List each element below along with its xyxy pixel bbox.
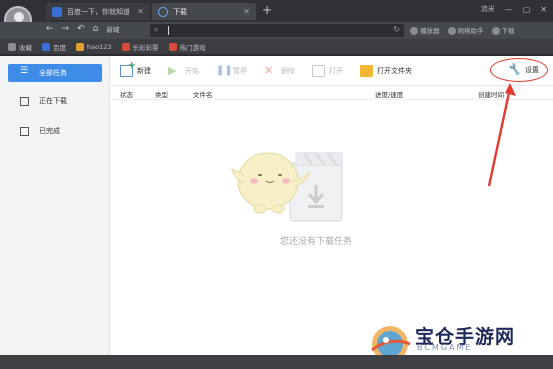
status-bar — [0, 355, 553, 369]
tab-close-icon[interactable]: ✕ — [243, 7, 250, 16]
download-label: 下载 — [501, 27, 515, 35]
bookmark-games[interactable]: 热门游戏 — [168, 42, 206, 52]
close-button[interactable]: ✕ — [540, 5, 547, 14]
network-label: 网络助手 — [457, 27, 484, 35]
column-status[interactable]: 状态 — [120, 89, 133, 99]
sidebar-item-downloading[interactable]: 正在下载 — [8, 92, 102, 110]
column-filename[interactable]: 文件名 — [193, 89, 213, 99]
column-type[interactable]: 类型 — [155, 89, 168, 99]
player-label: 播放器 — [420, 27, 440, 35]
sidebar: 全部任务 正在下载 已完成 — [0, 56, 110, 355]
search-icon: ⌕ — [154, 25, 159, 34]
games-icon — [168, 42, 177, 51]
player-tool[interactable]: 播放器 — [410, 25, 440, 35]
sidebar-item-completed[interactable]: 已完成 — [8, 122, 102, 140]
delete-icon: ✕ — [264, 63, 274, 77]
delete-label: 删除 — [281, 66, 295, 75]
bookmark-label: 百度 — [53, 43, 66, 52]
completed-icon — [20, 126, 29, 136]
bookmark-baidu[interactable]: 百度 — [42, 42, 66, 52]
home-label[interactable]: 新域 — [106, 24, 119, 34]
empty-message: 您还没有下载任务 — [280, 237, 353, 247]
bookmark-favorites[interactable]: 收藏 — [8, 42, 32, 52]
open-label: 打开 — [329, 66, 343, 75]
open-folder-label: 打开文件夹 — [377, 66, 412, 75]
annotation-circle — [490, 58, 548, 82]
sidebar-item-label: 已完成 — [39, 127, 60, 135]
bookmark-bar: 收藏 百度 hao123 乐彩彩票 热门游戏 — [0, 39, 553, 55]
maximize-button[interactable]: ▢ — [523, 5, 531, 14]
download-tool[interactable]: 下载 — [491, 25, 515, 35]
window-controls: 流米 — ▢ ✕ — [481, 4, 547, 14]
bookmark-hao123[interactable]: hao123 — [76, 42, 112, 51]
download-icon — [491, 27, 500, 35]
open-folder-button[interactable]: 打开文件夹 — [360, 64, 412, 77]
baidu-icon — [42, 42, 50, 51]
cloud-icon — [447, 27, 456, 35]
bookmark-label: 热门游戏 — [179, 43, 206, 52]
pause-button[interactable]: ❚❚ 暂停 — [216, 65, 247, 77]
text-caret — [168, 26, 169, 35]
bookmark-label: hao123 — [87, 42, 112, 51]
new-label: 新建 — [137, 66, 151, 75]
new-button[interactable]: 新建 — [120, 60, 151, 77]
bookmark-icon — [8, 42, 16, 51]
sidebar-item-label: 全部任务 — [39, 69, 67, 77]
minimize-button[interactable]: — — [505, 5, 513, 14]
user-name[interactable]: 流米 — [481, 4, 495, 14]
pause-label: 暂停 — [233, 66, 247, 75]
folder-icon — [360, 64, 373, 77]
tab-close-icon[interactable]: ✕ — [137, 7, 144, 16]
address-bar[interactable]: ⌕ ↻ — [150, 24, 404, 37]
forward-button[interactable]: → — [62, 24, 70, 34]
start-label: 开始 — [185, 66, 199, 75]
sidebar-item-label: 正在下载 — [39, 97, 67, 105]
hao123-icon — [76, 42, 84, 51]
undo-button[interactable]: ↶ — [77, 24, 85, 34]
new-task-icon — [120, 60, 136, 77]
bookmark-label: 乐彩彩票 — [132, 43, 159, 52]
baidu-favicon-icon — [52, 6, 62, 17]
player-icon — [410, 27, 418, 35]
tab-label: 下载 — [173, 7, 187, 16]
title-bar: 百度一下，你就知道 ✕ 下载 ✕ + 流米 — ▢ ✕ — [0, 0, 553, 22]
tab-label: 百度一下，你就知道 — [67, 7, 130, 16]
open-file-icon — [312, 64, 325, 77]
column-progress[interactable]: 进度/速度 — [375, 89, 403, 99]
back-button[interactable]: ← — [46, 24, 54, 34]
start-button[interactable]: ▶ 开始 — [168, 63, 199, 77]
new-tab-button[interactable]: + — [262, 3, 272, 17]
sidebar-item-all-tasks[interactable]: 全部任务 — [8, 64, 102, 82]
address-row: ← → ↶ ⌂ 新域 ⌕ ↻ 播放器 网络助手 下载 — [0, 22, 553, 39]
download-favicon-icon — [158, 6, 168, 17]
watermark-subtitle: BCMGAME — [417, 343, 473, 352]
tab-baidu[interactable]: 百度一下，你就知道 ✕ — [46, 3, 150, 20]
downloading-icon — [20, 96, 29, 106]
right-tools: 播放器 网络助手 下载 — [410, 25, 515, 35]
open-button[interactable]: 打开 — [312, 64, 343, 77]
empty-illustration — [231, 152, 343, 222]
home-button[interactable]: ⌂ — [93, 24, 99, 34]
download-manager: 全部任务 正在下载 已完成 新建 ▶开始 ❚❚暂停 ✕删除 打开 打开文件夹 🔧… — [0, 56, 553, 355]
bookmark-label: 收藏 — [19, 43, 32, 52]
lottery-icon — [121, 42, 130, 51]
list-icon — [20, 66, 29, 78]
pause-icon: ❚❚ — [216, 64, 233, 76]
network-tool[interactable]: 网络助手 — [447, 25, 484, 35]
nav-buttons: ← → ↶ ⌂ 新域 — [46, 24, 119, 34]
annotation-arrow — [487, 83, 516, 187]
play-icon: ▶ — [168, 63, 177, 77]
delete-button[interactable]: ✕ 删除 — [264, 63, 295, 77]
tab-downloads[interactable]: 下载 ✕ — [152, 3, 256, 20]
bookmark-lottery[interactable]: 乐彩彩票 — [121, 42, 159, 52]
refresh-icon[interactable]: ↻ — [393, 25, 400, 34]
